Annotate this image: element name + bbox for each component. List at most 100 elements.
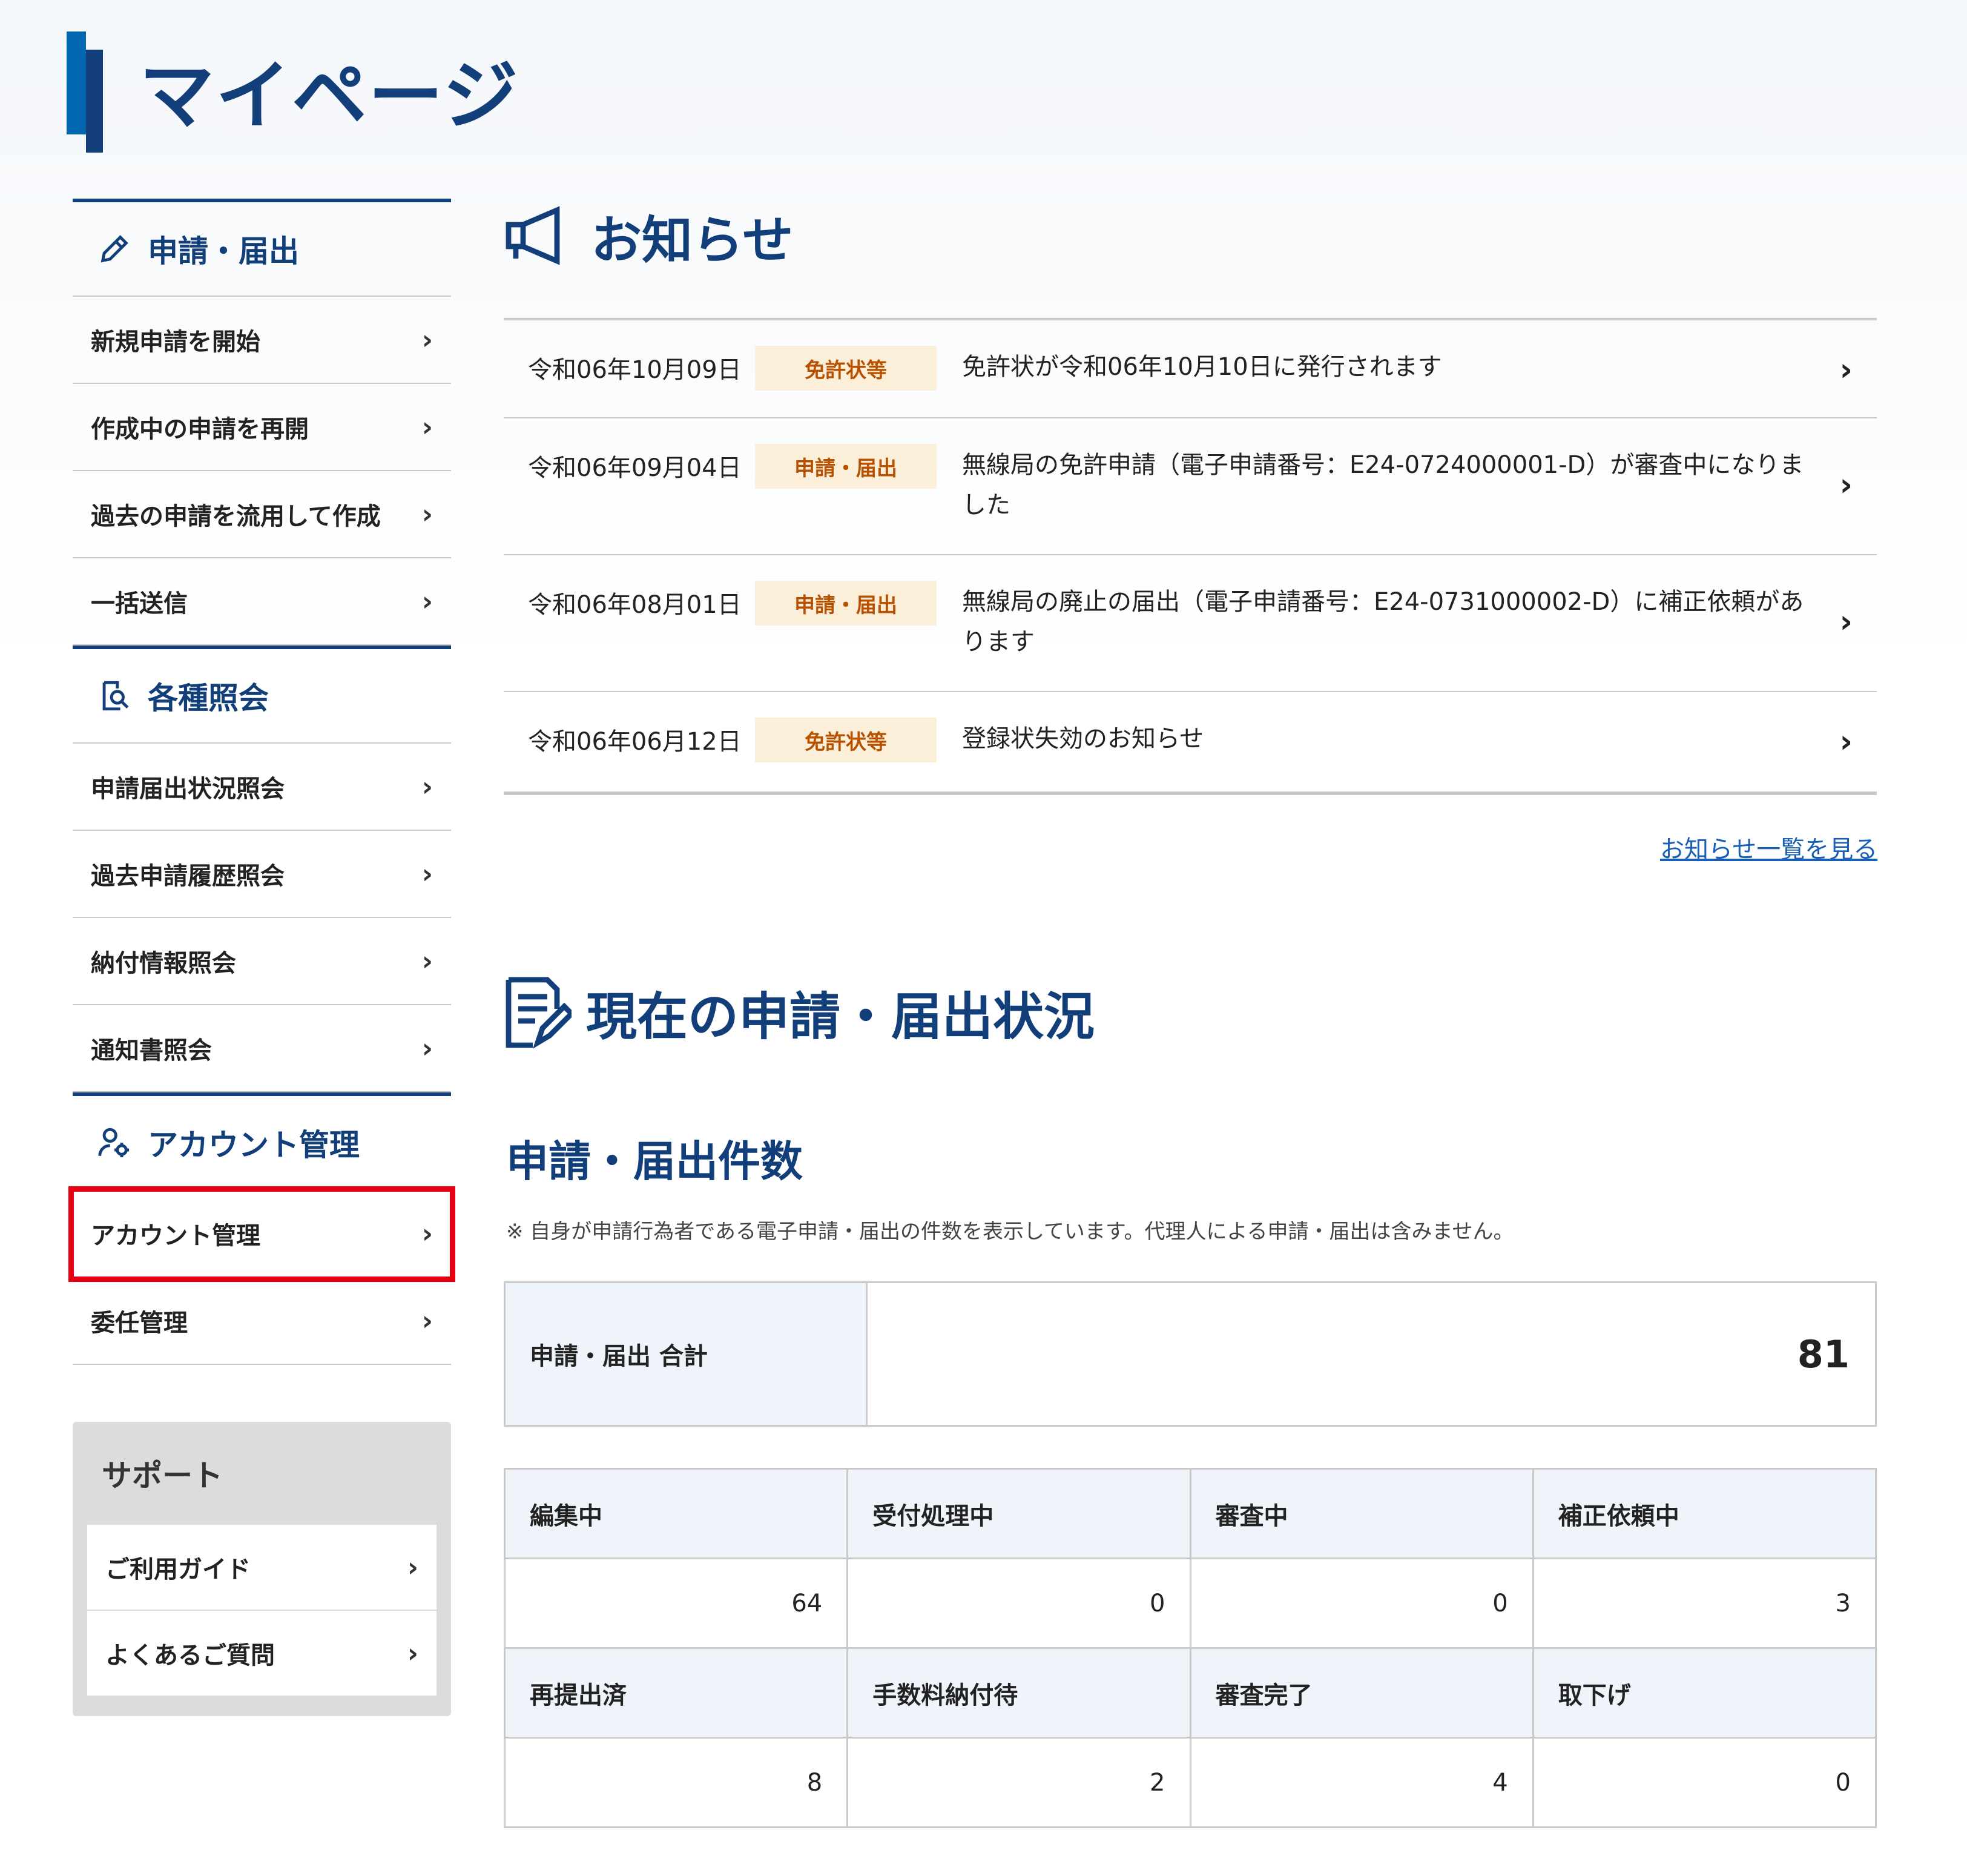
sidebar-item-label: 過去の申請を流用して作成 (91, 503, 381, 530)
value-review-complete: 4 (1189, 1737, 1534, 1828)
sidebar-item-reuse-past[interactable]: 過去の申請を流用して作成 › (73, 471, 451, 558)
document-search-icon (102, 681, 129, 711)
value-reviewing: 0 (1189, 1557, 1534, 1649)
sidebar-section-account: アカウント管理 (73, 1092, 451, 1191)
news-title: お知らせ (591, 211, 794, 270)
news-item[interactable]: 令和06年09月04日 申請・届出 無線局の免許申請（電子申請番号：E24-07… (504, 418, 1877, 555)
sidebar-item-notice-inquiry[interactable]: 通知書照会 › (73, 1005, 451, 1092)
chevron-right-icon: › (421, 411, 433, 443)
news-text: 無線局の免許申請（電子申請番号：E24-0724000001-D）が審査中になり… (962, 451, 1804, 519)
news-tag: 申請・届出 (755, 444, 937, 489)
sidebar-section-inquiry: 各種照会 (73, 646, 451, 744)
chevron-right-icon: › (421, 498, 433, 530)
chevron-right-icon: › (421, 324, 433, 355)
title-accent-bar-dark (86, 50, 103, 153)
chevron-right-icon: › (421, 1032, 433, 1064)
header-reviewing: 審査中 (1189, 1468, 1534, 1559)
news-all-link[interactable]: お知らせ一覧を見る (1660, 830, 1877, 865)
sidebar-section-title: 各種照会 (148, 681, 269, 716)
value-withdrawn: 0 (1532, 1737, 1877, 1828)
sidebar-item-history-inquiry[interactable]: 過去申請履歴照会 › (73, 831, 451, 918)
chevron-right-icon: › (421, 771, 433, 802)
news-tag: 免許状等 (755, 346, 937, 391)
total-label: 申請・届出 合計 (506, 1283, 868, 1425)
table-value-row: 64 0 0 3 (503, 1557, 1877, 1649)
chevron-right-icon: › (421, 1305, 433, 1336)
sidebar-item-label: 作成中の申請を再開 (91, 415, 309, 443)
value-resubmitted: 8 (503, 1737, 849, 1828)
sidebar-item-batch-send[interactable]: 一括送信 › (73, 558, 451, 646)
chevron-right-icon: › (421, 586, 433, 617)
header-correction-requested: 補正依頼中 (1532, 1468, 1877, 1559)
table-header-row: 編集中 受付処理中 審査中 補正依頼中 (503, 1468, 1877, 1559)
sidebar-item-label: 新規申請を開始 (91, 328, 260, 356)
title-accent-bar (67, 31, 86, 134)
sidebar-item-status-inquiry[interactable]: 申請届出状況照会 › (73, 744, 451, 831)
news-date: 令和06年10月09日 (528, 356, 742, 384)
header-resubmitted: 再提出済 (503, 1647, 849, 1739)
status-title: 現在の申請・届出状況 (586, 986, 1095, 1046)
page-title: マイページ (139, 53, 519, 140)
header-review-complete: 審査完了 (1189, 1647, 1534, 1739)
chevron-right-icon: › (1839, 467, 1853, 503)
chevron-right-icon: › (1839, 352, 1853, 388)
total-count-table: 申請・届出 合計 81 (504, 1281, 1877, 1427)
support-item-label: ご利用ガイド (105, 1556, 251, 1584)
support-item-guide[interactable]: ご利用ガイド › (87, 1525, 437, 1611)
sidebar-section-application: 申請・届出 (73, 199, 451, 297)
news-item[interactable]: 令和06年08月01日 申請・届出 無線局の廃止の届出（電子申請番号：E24-0… (504, 555, 1877, 692)
news-text: 免許状が令和06年10月10日に発行されます (962, 353, 1442, 381)
support-box: サポート ご利用ガイド › よくあるご質問 › (73, 1422, 451, 1716)
news-text: 無線局の廃止の届出（電子申請番号：E24-0731000002-D）に補正依頼が… (962, 588, 1804, 656)
chevron-right-icon: › (421, 945, 433, 977)
support-item-label: よくあるご質問 (105, 1642, 275, 1670)
news-date: 令和06年08月01日 (528, 591, 742, 619)
chevron-right-icon: › (407, 1551, 418, 1583)
support-title: サポート (102, 1458, 223, 1493)
news-tag: 申請・届出 (755, 581, 937, 626)
status-count-table: 編集中 受付処理中 審査中 補正依頼中 64 0 0 3 再提出済 手数料納付待… (503, 1468, 1877, 1828)
table-header-row: 再提出済 手数料納付待 審査完了 取下げ (503, 1647, 1877, 1739)
news-date: 令和06年06月12日 (528, 728, 742, 756)
table-value-row: 8 2 4 0 (503, 1737, 1877, 1828)
chevron-right-icon: › (407, 1637, 418, 1669)
sidebar-item-label: 申請届出状況照会 (91, 775, 285, 803)
total-value: 81 (1797, 1332, 1850, 1376)
news-list: 令和06年10月09日 免許状等 免許状が令和06年10月10日に発行されます … (504, 318, 1877, 795)
header-editing: 編集中 (503, 1468, 849, 1559)
sidebar-section-title: 申請・届出 (148, 234, 299, 269)
sidebar: 申請・届出 新規申請を開始 › 作成中の申請を再開 › 過去の申請を流用して作成 › … (68, 199, 455, 1365)
sidebar-item-resume-draft[interactable]: 作成中の申請を再開 › (73, 384, 451, 471)
chevron-right-icon: › (421, 858, 433, 890)
status-subtitle: 申請・届出件数 (506, 1137, 803, 1186)
sidebar-item-new-application[interactable]: 新規申請を開始 › (73, 297, 451, 384)
pencil-icon (100, 235, 128, 263)
news-item[interactable]: 令和06年10月09日 免許状等 免許状が令和06年10月10日に発行されます … (504, 320, 1877, 418)
sidebar-item-label: 通知書照会 (91, 1037, 212, 1065)
news-tag: 免許状等 (755, 718, 937, 762)
value-receiving: 0 (846, 1557, 1191, 1649)
sidebar-item-label: 委任管理 (91, 1309, 188, 1337)
sidebar-item-label: 納付情報照会 (91, 950, 236, 977)
support-item-faq[interactable]: よくあるご質問 › (87, 1611, 437, 1697)
chevron-right-icon: › (1839, 724, 1853, 760)
user-gear-icon (98, 1128, 130, 1158)
value-correction-requested: 3 (1532, 1557, 1877, 1649)
sidebar-item-label: 過去申請履歴照会 (91, 862, 285, 890)
value-editing: 64 (503, 1557, 849, 1649)
status-note: ※ 自身が申請行為者である電子申請・届出の件数を表示しています。代理人による申請… (506, 1220, 1514, 1244)
news-text: 登録状失効のお知らせ (962, 725, 1204, 753)
value-awaiting-fee: 2 (846, 1737, 1191, 1828)
sidebar-item-payment-inquiry[interactable]: 納付情報照会 › (73, 918, 451, 1005)
sidebar-section-title: アカウント管理 (148, 1128, 360, 1163)
sidebar-item-account-management[interactable]: アカウント管理 › (68, 1186, 455, 1282)
sidebar-item-delegation-management[interactable]: 委任管理 › (73, 1278, 451, 1365)
header-receiving: 受付処理中 (846, 1468, 1191, 1559)
chevron-right-icon: › (421, 1218, 433, 1249)
sidebar-item-label: アカウント管理 (91, 1222, 260, 1250)
header-awaiting-fee: 手数料納付待 (846, 1647, 1191, 1739)
news-heading: お知らせ (504, 200, 1877, 273)
chevron-right-icon: › (1839, 604, 1853, 640)
document-edit-icon (506, 977, 572, 1049)
news-item[interactable]: 令和06年06月12日 免許状等 登録状失効のお知らせ › (504, 692, 1877, 791)
